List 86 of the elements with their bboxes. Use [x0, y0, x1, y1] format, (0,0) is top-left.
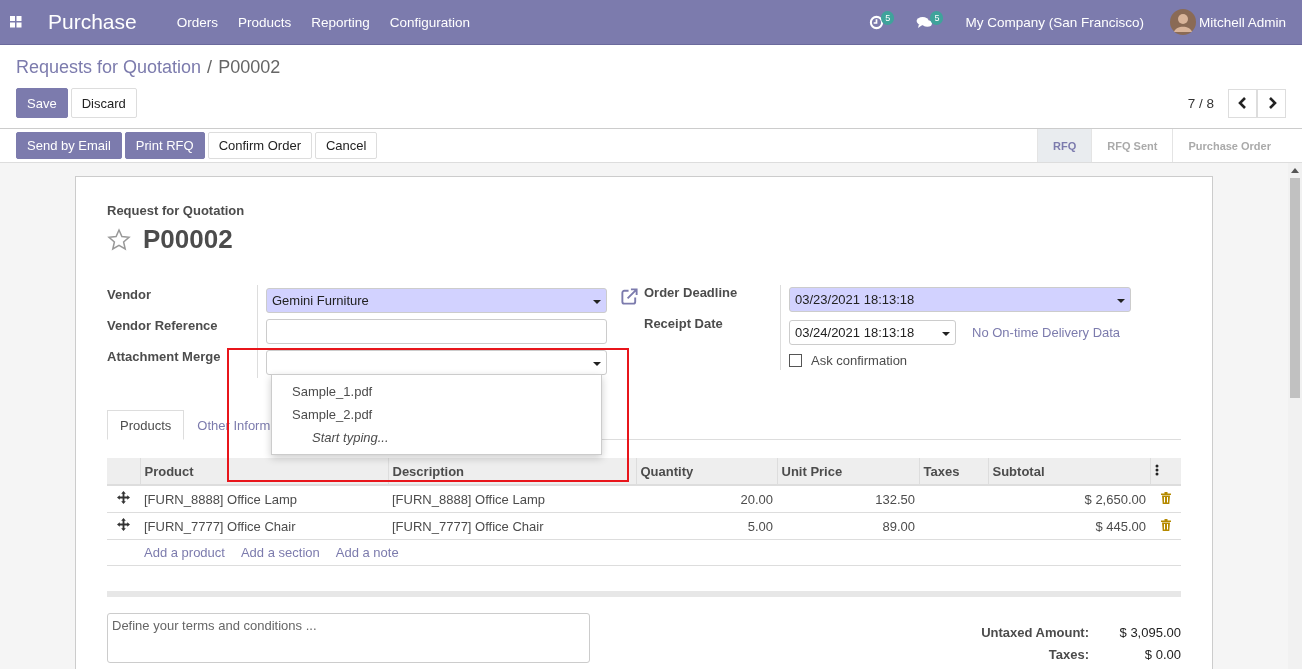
field-label: Vendor Reference	[107, 317, 219, 335]
scroll-up-icon[interactable]	[1291, 168, 1299, 173]
input-field[interactable]	[266, 319, 607, 344]
external-link-icon[interactable]	[620, 287, 639, 306]
checkbox[interactable]	[789, 354, 802, 367]
drag-handle-icon[interactable]	[117, 518, 130, 531]
stage-step[interactable]: RFQ	[1037, 129, 1092, 162]
activity-count: 5	[881, 11, 895, 25]
clock-icon[interactable]	[869, 14, 885, 30]
table-cell: 5.00	[636, 512, 777, 540]
table-cell: $ 2,650.00	[988, 485, 1150, 513]
apps-menu-icon[interactable]	[10, 16, 22, 28]
scroll-thumb[interactable]	[1290, 178, 1300, 398]
select-field[interactable]: Gemini Furniture	[266, 288, 607, 313]
breadcrumb-link[interactable]: Requests for Quotation	[16, 57, 202, 78]
form-subtitle: Request for Quotation	[107, 203, 246, 218]
date-field[interactable]: 03/24/2021 18:13:18	[789, 320, 956, 345]
caret-icon	[593, 362, 601, 366]
drag-handle-icon[interactable]	[117, 491, 130, 504]
star-icon[interactable]	[107, 227, 131, 252]
user-avatar-icon[interactable]	[1169, 9, 1196, 35]
table-cell: [FURN_7777] Office Chair	[388, 512, 636, 540]
app-name[interactable]: Purchase	[48, 10, 137, 34]
previous-button[interactable]	[1228, 88, 1257, 118]
more-options-icon[interactable]	[1154, 463, 1159, 476]
dropdown-option[interactable]: Sample_1.pdf	[272, 380, 601, 403]
total-label: Untaxed Amount:	[981, 625, 1089, 640]
action-button[interactable]: Send by Email	[16, 132, 122, 159]
field-label: Vendor	[107, 286, 153, 304]
column-header[interactable]: Unit Price	[777, 458, 919, 485]
menu-item[interactable]: Products	[238, 14, 292, 30]
chevron-right-icon	[1266, 97, 1277, 109]
action-button[interactable]: Print RFQ	[124, 132, 205, 159]
total-value: $ 0.00	[1143, 647, 1181, 662]
table-cell: 89.00	[777, 512, 919, 540]
chevron-left-icon	[1237, 97, 1248, 109]
trash-icon[interactable]	[1160, 518, 1171, 531]
message-count: 5	[930, 11, 944, 25]
pager-counter: 7 / 8	[1187, 95, 1214, 111]
table-cell: [FURN_8888] Office Lamp	[388, 485, 636, 513]
action-button[interactable]: Cancel	[315, 132, 378, 159]
terms-field[interactable]: Define your terms and conditions ...	[107, 613, 590, 663]
menu-item[interactable]: Configuration	[389, 14, 471, 30]
caret-icon	[593, 300, 601, 304]
field-label: Attachment Merge	[107, 348, 222, 366]
delivery-data-note: No On-time Delivery Data	[972, 325, 1121, 340]
add-line-link[interactable]: Add a section	[240, 545, 320, 560]
total-label: Taxes:	[1047, 647, 1089, 662]
add-line-link[interactable]: Add a product	[144, 545, 225, 560]
breadcrumb-separator: /	[207, 57, 213, 78]
discard-button[interactable]: Discard	[70, 88, 137, 118]
table-cell: $ 445.00	[988, 512, 1150, 540]
field-label: Order Deadline	[644, 285, 738, 300]
user-menu[interactable]: Mitchell Admin	[1198, 14, 1286, 30]
caret-icon	[942, 332, 950, 336]
menu-item[interactable]: Reporting	[311, 14, 370, 30]
menu-item[interactable]: Orders	[176, 14, 218, 30]
stage-step[interactable]: RFQ Sent	[1091, 129, 1173, 162]
save-button[interactable]: Save	[16, 88, 68, 118]
stage-step[interactable]: Purchase Order	[1172, 129, 1286, 162]
action-button[interactable]: Confirm Order	[207, 132, 312, 159]
chat-icon[interactable]	[916, 15, 934, 29]
tab[interactable]: Products	[107, 410, 185, 440]
column-header[interactable]: Subtotal	[988, 458, 1150, 485]
column-header[interactable]: Description	[388, 458, 636, 485]
column-header[interactable]: Product	[140, 458, 388, 485]
total-value: $ 3,095.00	[1118, 625, 1181, 640]
date-field[interactable]: 03/23/2021 18:13:18	[789, 287, 1131, 312]
field-label: Receipt Date	[644, 316, 723, 331]
trash-icon[interactable]	[1160, 491, 1171, 504]
table-cell: 20.00	[636, 485, 777, 513]
select-field[interactable]	[266, 350, 607, 375]
dropdown-hint: Start typing...	[311, 429, 390, 447]
record-title: P00002	[143, 224, 233, 255]
checkbox-label: Ask confirmation	[811, 353, 908, 368]
scrollbar[interactable]	[1288, 163, 1302, 669]
column-header[interactable]: Taxes	[919, 458, 988, 485]
next-button[interactable]	[1257, 88, 1286, 118]
table-cell: [FURN_7777] Office Chair	[140, 512, 388, 540]
table-cell: 132.50	[777, 485, 919, 513]
breadcrumb-current: P00002	[218, 57, 281, 78]
column-header[interactable]: Quantity	[636, 458, 777, 485]
table-cell: [FURN_8888] Office Lamp	[140, 485, 388, 513]
add-line-link[interactable]: Add a note	[335, 545, 399, 560]
caret-icon	[1117, 299, 1125, 303]
company-switcher[interactable]: My Company (San Francisco)	[965, 14, 1144, 30]
